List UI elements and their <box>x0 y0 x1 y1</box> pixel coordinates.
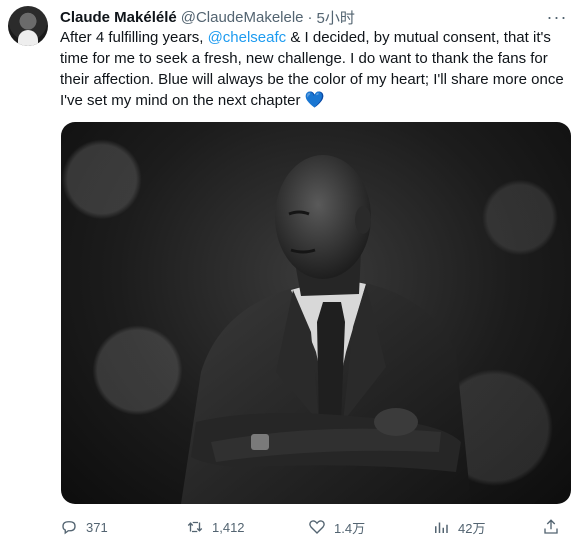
tweet[interactable]: Claude Makélélé @ClaudeMakelele · 5小时 ··… <box>0 0 582 551</box>
reply-icon <box>62 521 76 535</box>
views-chart-icon <box>435 522 448 533</box>
tweet-timestamp[interactable]: 5小时 <box>317 7 355 28</box>
tweet-photo[interactable] <box>61 122 571 504</box>
tweet-text-part1: After 4 fulfilling years, <box>60 29 208 46</box>
avatar[interactable] <box>8 6 48 46</box>
ellipsis-icon: ··· <box>546 6 568 27</box>
tweet-header: Claude Makélélé @ClaudeMakelele · 5小时 <box>60 6 355 28</box>
like-count: 1.4万 <box>334 520 366 536</box>
share-button[interactable] <box>542 516 560 538</box>
views-button[interactable]: 42万 <box>432 516 485 538</box>
retweet-button[interactable]: 1,412 <box>186 516 245 538</box>
mention-link[interactable]: @chelseafc <box>208 29 287 46</box>
photo-of-man-in-suit-icon <box>181 155 471 504</box>
tweet-actions: 371 1,412 1.4万 42万 <box>60 516 572 538</box>
heart-icon <box>309 520 325 534</box>
blue-heart-emoji: 💙 <box>304 92 325 109</box>
reply-button[interactable]: 371 <box>60 516 108 538</box>
reply-count: 371 <box>86 519 108 535</box>
author-handle[interactable]: @ClaudeMakelele <box>181 9 304 26</box>
author-display-name[interactable]: Claude Makélélé <box>60 9 177 26</box>
view-count: 42万 <box>458 520 486 536</box>
like-button[interactable]: 1.4万 <box>308 516 365 538</box>
header-separator: · <box>307 8 313 26</box>
retweet-icon <box>187 521 203 533</box>
retweet-count: 1,412 <box>212 519 245 535</box>
more-options-button[interactable]: ··· <box>546 6 568 28</box>
share-icon <box>544 519 558 534</box>
tweet-text: After 4 fulfilling years, @chelseafc & I… <box>60 27 570 111</box>
